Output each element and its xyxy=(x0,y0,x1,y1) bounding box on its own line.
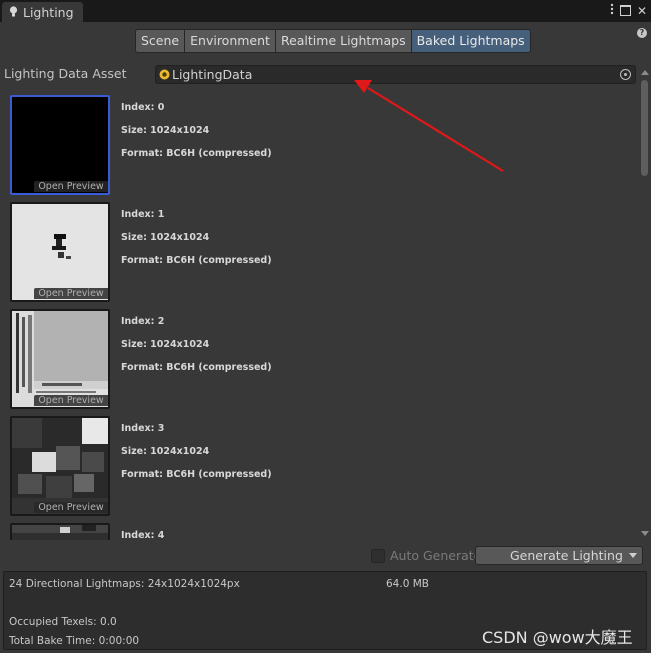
tab-scene[interactable]: Scene xyxy=(135,29,186,53)
lighting-data-icon xyxy=(159,69,170,80)
help-icon[interactable]: ? xyxy=(637,28,647,38)
lightmap-index: Index: 1 xyxy=(121,209,165,220)
open-preview-button[interactable]: Open Preview xyxy=(34,181,108,192)
auto-generate-label: Auto Generate xyxy=(390,548,482,563)
lightmap-size: Size: 1024x1024 xyxy=(121,125,210,136)
open-preview-button[interactable]: Open Preview xyxy=(34,288,108,299)
lightmap-memory-text: 64.0 MB xyxy=(386,578,429,590)
lightmap-texture xyxy=(52,234,71,259)
lightmap-format: Format: BC6H (compressed) xyxy=(121,362,272,373)
lightmap-item: Open Preview Index: 2 Size: 1024x1024 Fo… xyxy=(0,304,630,409)
total-bake-time-text: Total Bake Time: 0:00:00 xyxy=(9,635,140,647)
tab-title: Lighting xyxy=(23,5,74,20)
tab-environment[interactable]: Environment xyxy=(184,29,276,53)
lightmap-thumbnail[interactable] xyxy=(10,523,110,540)
lightmap-texture xyxy=(12,418,108,514)
more-options-icon[interactable] xyxy=(610,3,614,18)
scroll-up-icon[interactable] xyxy=(641,70,649,75)
scroll-down-icon[interactable] xyxy=(641,531,649,536)
generate-lighting-label: Generate Lighting xyxy=(510,548,623,563)
watermark: CSDN @wow大魔王 xyxy=(482,628,633,647)
baked-lightmap-list: Open Preview Index: 0 Size: 1024x1024 Fo… xyxy=(0,90,638,540)
lightmap-thumbnail[interactable]: Open Preview xyxy=(10,95,110,195)
lightmap-item: Open Preview Index: 0 Size: 1024x1024 Fo… xyxy=(0,90,630,195)
generate-lighting-button[interactable]: Generate Lighting xyxy=(475,546,643,565)
lightmap-format: Format: BC6H (compressed) xyxy=(121,469,272,480)
tab-realtime-lightmaps[interactable]: Realtime Lightmaps xyxy=(274,29,412,53)
maximize-icon[interactable] xyxy=(619,5,631,16)
lightmap-thumbnail[interactable]: Open Preview xyxy=(10,309,110,409)
lightbulb-icon xyxy=(9,6,18,17)
dropdown-arrow-icon[interactable] xyxy=(629,553,637,558)
title-bar: Lighting ✕ xyxy=(0,0,651,22)
lighting-data-asset-label: Lighting Data Asset xyxy=(4,66,127,81)
lightmap-size: Size: 1024x1024 xyxy=(121,446,210,457)
lightmap-count-text: 24 Directional Lightmaps: 24x1024x1024px xyxy=(9,578,240,590)
occupied-texels-text: Occupied Texels: 0.0 xyxy=(9,616,117,628)
auto-generate-checkbox[interactable] xyxy=(371,548,385,563)
lightmap-size: Size: 1024x1024 xyxy=(121,339,210,350)
lightmap-index: Index: 2 xyxy=(121,316,165,327)
tab-baked-lightmaps[interactable]: Baked Lightmaps xyxy=(410,29,531,53)
lightmap-thumbnail[interactable]: Open Preview xyxy=(10,202,110,302)
lightmap-index: Index: 0 xyxy=(121,102,165,113)
lightmap-item: Index: 4 xyxy=(0,518,630,540)
lightmap-format: Format: BC6H (compressed) xyxy=(121,255,272,266)
object-picker-icon[interactable] xyxy=(620,69,631,80)
lightmap-format: Format: BC6H (compressed) xyxy=(121,148,272,159)
lighting-data-asset-value: LightingData xyxy=(172,67,253,82)
lightmap-index: Index: 4 xyxy=(121,530,165,540)
lightmap-thumbnail[interactable]: Open Preview xyxy=(10,416,110,516)
auto-generate-toggle[interactable]: Auto Generate xyxy=(371,548,481,563)
close-icon[interactable]: ✕ xyxy=(637,4,647,18)
lightmap-texture xyxy=(12,525,108,533)
window-controls: ✕ xyxy=(610,3,647,18)
lightmap-texture xyxy=(12,311,108,407)
lighting-mode-toolbar: Scene Environment Realtime Lightmaps Bak… xyxy=(135,29,531,53)
lightmap-size: Size: 1024x1024 xyxy=(121,232,210,243)
lighting-data-asset-field[interactable]: LightingData xyxy=(155,65,636,84)
vertical-scrollbar[interactable] xyxy=(638,68,651,540)
lighting-tab[interactable]: Lighting xyxy=(2,2,83,22)
lightmap-index: Index: 3 xyxy=(121,423,165,434)
open-preview-button[interactable]: Open Preview xyxy=(34,395,108,406)
open-preview-button[interactable]: Open Preview xyxy=(34,502,108,513)
scrollbar-thumb[interactable] xyxy=(641,80,648,176)
lightmap-item: Open Preview Index: 3 Size: 1024x1024 Fo… xyxy=(0,411,630,516)
lightmap-item: Open Preview Index: 1 Size: 1024x1024 Fo… xyxy=(0,197,630,302)
